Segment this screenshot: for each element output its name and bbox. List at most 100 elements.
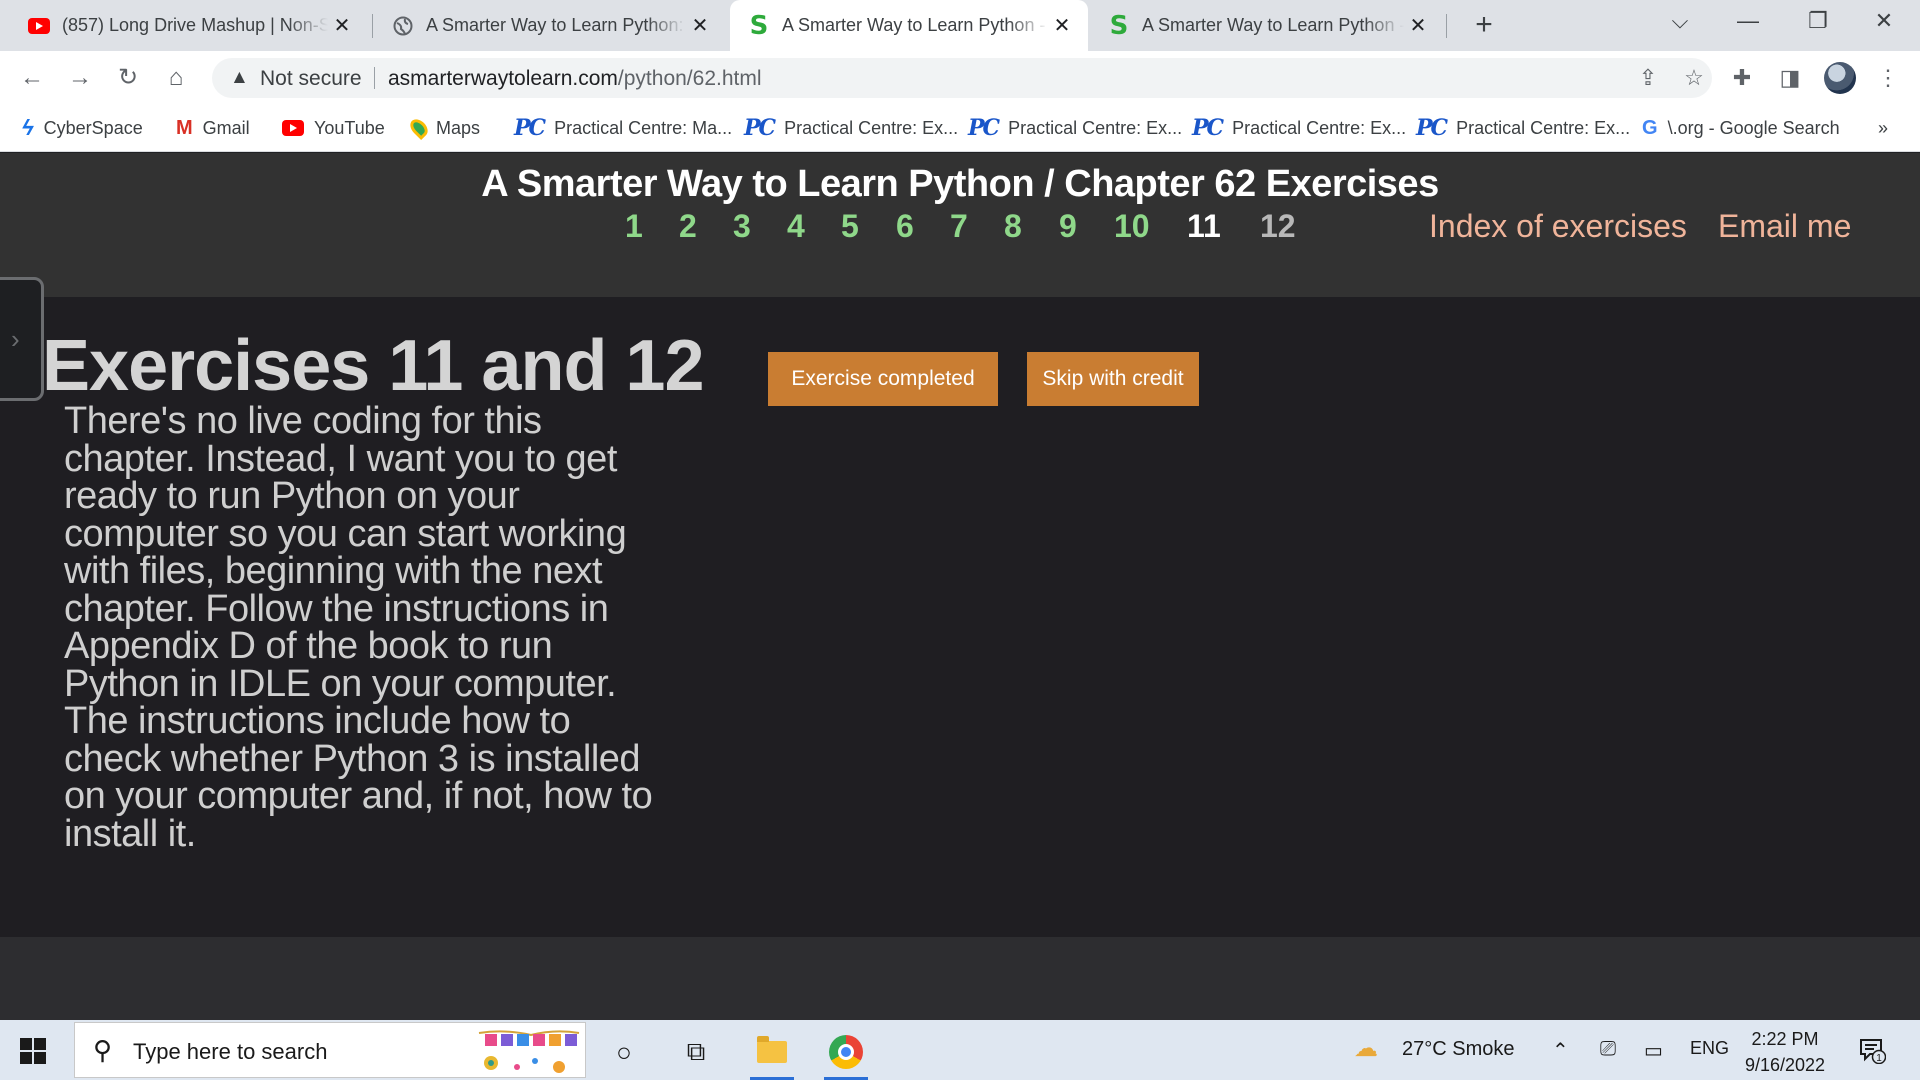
system-clock[interactable]: 2:22 PM 9/16/2022 <box>1740 1026 1830 1078</box>
cortana-icon[interactable]: ○ <box>600 1028 648 1076</box>
url-text[interactable]: asmarterwaytolearn.com/python/62.html <box>388 67 762 91</box>
bookmark-practical-centre-2[interactable]: PC Practical Centre: Ex... <box>744 113 958 143</box>
close-window-button[interactable]: ✕ <box>1856 0 1912 44</box>
page-footer <box>0 937 1920 1020</box>
battery-icon[interactable]: ▭ <box>1644 1038 1663 1063</box>
pc-icon: PC <box>744 115 776 141</box>
clock-date: 9/16/2022 <box>1744 1055 1826 1075</box>
weather-icon[interactable]: ☁ <box>1354 1034 1378 1063</box>
language-indicator[interactable]: ENG <box>1690 1038 1729 1059</box>
url-domain: asmarterwaytolearn.com <box>388 67 618 90</box>
exercise-link-6[interactable]: 6 <box>896 208 914 245</box>
task-view-icon[interactable]: ⧉ <box>672 1028 720 1076</box>
windows-start-button[interactable] <box>20 1038 46 1064</box>
side-drawer-tab[interactable]: › <box>0 277 44 401</box>
pc-icon: PC <box>514 115 546 141</box>
tab-search-chevron-icon[interactable]: ⌵ <box>1652 0 1708 44</box>
warning-icon[interactable]: ▲ <box>230 67 249 89</box>
bookmark-label: Practical Centre: Ma... <box>554 117 733 138</box>
exercise-link-2[interactable]: 2 <box>679 208 697 245</box>
taskbar-search-box[interactable]: ⚲ Type here to search <box>74 1022 586 1078</box>
s-logo-icon: S <box>749 10 769 41</box>
index-of-exercises-link[interactable]: Index of exercises <box>1429 208 1687 245</box>
tab-3-active[interactable]: S A Smarter Way to Learn Python - Exerci… <box>730 0 1088 51</box>
url-path: /python/62.html <box>617 67 762 90</box>
exercise-link-11-current[interactable]: 11 <box>1187 208 1221 245</box>
exercise-link-7[interactable]: 7 <box>950 208 968 245</box>
star-icon[interactable]: ☆ <box>1678 62 1710 94</box>
bookmark-practical-centre-5[interactable]: PC Practical Centre: Ex... <box>1416 113 1630 143</box>
bookmarks-overflow-icon[interactable]: » <box>1878 113 1888 143</box>
chevron-up-icon[interactable]: ⌃ <box>1552 1038 1569 1063</box>
home-button[interactable]: ⌂ <box>158 60 194 96</box>
reload-button[interactable]: ↻ <box>110 60 146 96</box>
extensions-icon[interactable]: ✚ <box>1726 62 1758 94</box>
skip-with-credit-button[interactable]: Skip with credit <box>1027 352 1199 406</box>
exercise-link-4[interactable]: 4 <box>787 208 805 245</box>
tab-1[interactable]: (857) Long Drive Mashup | Non-Stop ✕ <box>10 0 368 51</box>
bookmark-label: Maps <box>436 117 481 138</box>
security-label[interactable]: Not secure <box>260 67 362 91</box>
back-button[interactable]: ← <box>14 60 50 96</box>
site-header: A Smarter Way to Learn Python / Chapter … <box>0 153 1920 297</box>
exercise-link-10[interactable]: 10 <box>1114 208 1150 245</box>
bookmark-practical-centre-1[interactable]: PC Practical Centre: Ma... <box>514 113 732 143</box>
exercise-link-1[interactable]: 1 <box>625 208 643 245</box>
bookmark-maps[interactable]: Maps <box>406 113 481 143</box>
exercise-link-5[interactable]: 5 <box>841 208 859 245</box>
bookmark-youtube[interactable]: YouTube <box>282 113 385 143</box>
weather-text[interactable]: 27°C Smoke <box>1402 1038 1515 1061</box>
cyberspace-icon: ϟ <box>22 115 34 140</box>
exercise-link-3[interactable]: 3 <box>733 208 751 245</box>
tab-2[interactable]: A Smarter Way to Learn Python: Exercises… <box>374 0 726 51</box>
close-icon[interactable]: ✕ <box>1048 13 1076 38</box>
windows-taskbar: ⚲ Type here to search ○ ⧉ ☁ 27°C Smoke ⌃… <box>0 1020 1920 1080</box>
exercise-link-8[interactable]: 8 <box>1004 208 1022 245</box>
minimize-button[interactable]: — <box>1720 0 1776 44</box>
close-icon[interactable]: ✕ <box>686 13 714 38</box>
close-icon[interactable]: ✕ <box>1404 13 1432 38</box>
page-title: A Smarter Way to Learn Python / Chapter … <box>481 163 1439 205</box>
pc-icon: PC <box>1192 115 1224 141</box>
bookmark-label: YouTube <box>314 117 385 138</box>
address-bar[interactable]: ▲ Not secure asmarterwaytolearn.com/pyth… <box>212 58 1712 98</box>
chrome-icon[interactable] <box>822 1028 870 1080</box>
tab-separator <box>372 14 373 38</box>
email-me-link[interactable]: Email me <box>1718 208 1851 245</box>
tab-title: A Smarter Way to Learn Python - Exercise… <box>1142 15 1404 35</box>
avatar[interactable] <box>1824 62 1856 94</box>
menu-kebab-icon[interactable]: ⋮ <box>1872 62 1904 94</box>
google-icon: G <box>1642 116 1658 139</box>
exercise-link-9[interactable]: 9 <box>1059 208 1077 245</box>
restore-button[interactable]: ❐ <box>1790 0 1846 44</box>
bookmarks-bar: ϟ CyberSpace M Gmail YouTube Maps PC Practi… <box>0 105 1920 152</box>
bookmark-label: CyberSpace <box>43 117 143 138</box>
forward-button[interactable]: → <box>62 60 98 96</box>
bookmark-label: Practical Centre: Ex... <box>784 117 959 138</box>
tab-title: (857) Long Drive Mashup | Non-Stop <box>62 15 328 35</box>
search-icon: ⚲ <box>93 1035 113 1065</box>
close-icon[interactable]: ✕ <box>328 13 356 38</box>
chevron-right-icon: › <box>11 324 20 354</box>
exercise-completed-button[interactable]: Exercise completed <box>768 352 998 406</box>
bookmark-practical-centre-4[interactable]: PC Practical Centre: Ex... <box>1192 113 1406 143</box>
search-placeholder: Type here to search <box>133 1039 328 1064</box>
bookmark-gmail[interactable]: M Gmail <box>176 113 250 143</box>
bookmark-label: Practical Centre: Ex... <box>1456 117 1631 138</box>
exercise-instructions: There's no live coding for this chapter.… <box>64 400 653 855</box>
maps-icon <box>406 115 432 141</box>
new-tab-button[interactable]: + <box>1466 8 1502 44</box>
side-panel-icon[interactable]: ◨ <box>1774 62 1806 94</box>
notification-icon[interactable]: 1 <box>1858 1036 1887 1065</box>
globe-icon <box>392 15 414 37</box>
bookmark-cyberspace[interactable]: ϟ CyberSpace <box>22 113 143 143</box>
bookmark-label: Practical Centre: Ex... <box>1232 117 1407 138</box>
youtube-icon <box>282 120 304 136</box>
exercise-link-12[interactable]: 12 <box>1260 208 1296 245</box>
bookmark-google-search[interactable]: G \.org - Google Search <box>1642 113 1840 143</box>
bookmark-practical-centre-3[interactable]: PC Practical Centre: Ex... <box>968 113 1182 143</box>
tab-4[interactable]: S A Smarter Way to Learn Python - Exerci… <box>1090 0 1444 51</box>
meet-now-icon[interactable]: ⎚ <box>1600 1038 1616 1061</box>
file-explorer-icon[interactable] <box>748 1028 796 1080</box>
share-icon[interactable]: ⇪ <box>1632 62 1664 94</box>
